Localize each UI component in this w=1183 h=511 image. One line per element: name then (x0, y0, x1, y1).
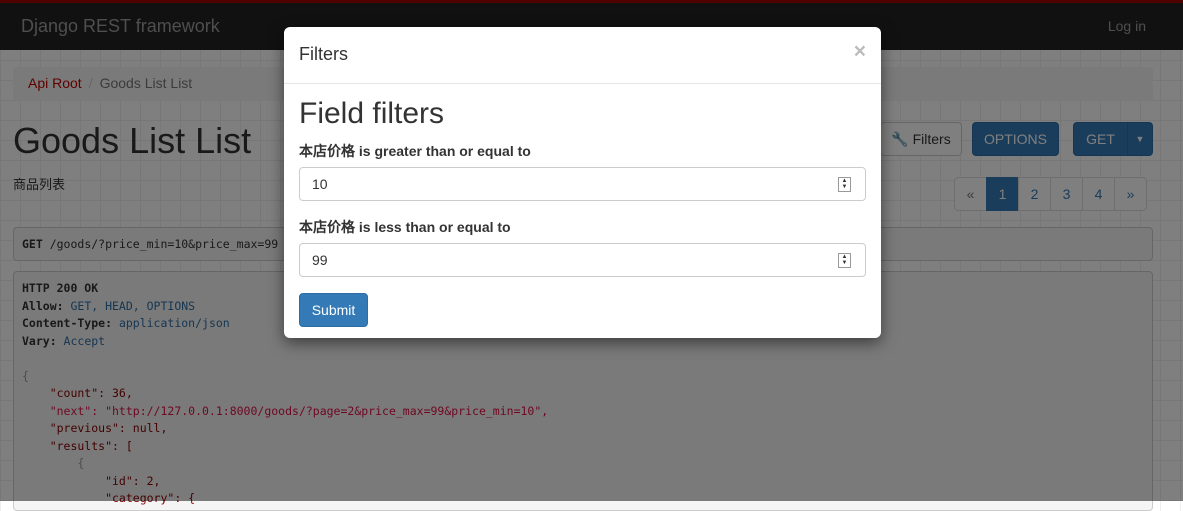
price-min-value: 10 (312, 176, 328, 192)
price-max-input[interactable]: 99 ▲ ▼ (299, 243, 866, 277)
price-max-value: 99 (312, 252, 328, 268)
number-spinner-icon[interactable]: ▲ ▼ (838, 177, 851, 192)
filters-modal: Filters × Field filters 本店价格 is greater … (284, 27, 881, 338)
modal-title: Filters (284, 27, 881, 84)
field-filters-heading: Field filters (299, 97, 445, 130)
price-min-input[interactable]: 10 ▲ ▼ (299, 167, 866, 201)
submit-button[interactable]: Submit (299, 293, 368, 327)
price-min-label: 本店价格 is greater than or equal to (299, 143, 531, 159)
close-icon[interactable]: × (854, 40, 866, 64)
number-spinner-icon[interactable]: ▲ ▼ (838, 253, 851, 268)
price-max-label: 本店价格 is less than or equal to (299, 219, 511, 235)
